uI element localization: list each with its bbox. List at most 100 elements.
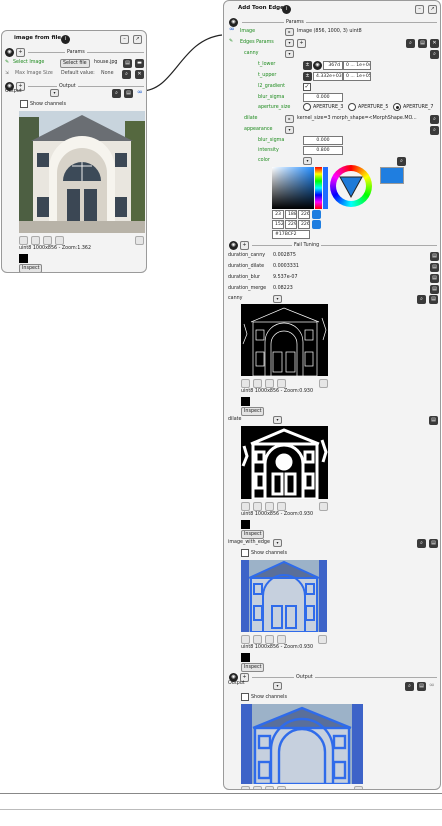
dilate-settings-icon[interactable] (319, 502, 328, 511)
image-from-file-node[interactable]: image from file i – ↗ ◉ + Params ✎ Selec… (1, 30, 147, 273)
aperture-7-radio[interactable] (393, 103, 401, 111)
canny-image-zoom-icon[interactable]: ⌕ (417, 295, 426, 304)
iwe-copy-icon[interactable]: ▤ (429, 539, 438, 548)
image-with-edges-preview[interactable] (241, 560, 327, 632)
t-lower-field[interactable]: 367d (323, 61, 343, 70)
expand-icon[interactable]: + (16, 48, 25, 57)
output-settings-icon[interactable] (354, 786, 363, 789)
color-s-field[interactable]: 229 (285, 220, 297, 229)
t-lower-range[interactable]: 0 ... 1e+04 (343, 61, 371, 70)
duration-blur-copy-icon[interactable]: ▤ (430, 274, 439, 283)
link-icon[interactable]: ∞ (137, 89, 143, 96)
edges-params-dropdown[interactable]: ▾ (285, 39, 294, 47)
color-hex-field[interactable]: #17BCF2 (272, 230, 310, 239)
output-zoom-in-icon[interactable] (241, 786, 250, 789)
fail-tuning-eye-icon[interactable]: ◉ (229, 241, 238, 250)
aperture-3-radio[interactable] (303, 103, 311, 111)
canny-image-copy-icon[interactable]: ▤ (429, 295, 438, 304)
zoom-reset-icon[interactable] (55, 236, 64, 245)
info-icon[interactable]: i (282, 5, 291, 14)
fail-tuning-expand-icon[interactable]: + (240, 241, 249, 250)
iwe-zoom-reset-icon[interactable] (277, 635, 286, 644)
canny-settings-icon[interactable] (319, 379, 328, 388)
l2-gradient-checkbox[interactable]: ✓ (303, 83, 311, 91)
zoom-icon[interactable]: ⌕ (122, 70, 131, 79)
popout-icon[interactable]: ↗ (428, 5, 437, 14)
appearance-blur-sigma-field[interactable]: 0.000 (303, 136, 343, 145)
minimize-icon[interactable]: – (415, 5, 424, 14)
add-toon-edges-node[interactable]: Add Toon Edges i – ↗ ◉ Params ∞ Image ▸ … (223, 0, 441, 790)
iwe-zoom-in-icon[interactable] (241, 635, 250, 644)
output-link-icon[interactable]: ∞ (429, 682, 435, 689)
house-image[interactable] (19, 111, 145, 233)
alpha-slider[interactable] (323, 167, 328, 209)
iwe-zoom-fit-icon[interactable] (265, 635, 274, 644)
iwe-zoom-out-icon[interactable] (253, 635, 262, 644)
color-g-field[interactable]: 188 (285, 210, 297, 219)
duration-canny-copy-icon[interactable]: ▤ (430, 252, 439, 261)
iwe-inspect-button[interactable]: Inspect (241, 663, 265, 672)
dilate-inspect-button[interactable]: Inspect (241, 530, 265, 539)
edges-delete-icon[interactable]: ✕ (430, 39, 439, 48)
dilate-zoom-out-icon[interactable] (253, 502, 262, 511)
image-settings-icon[interactable] (135, 236, 144, 245)
color-sv-square[interactable] (272, 167, 314, 209)
appearance-zoom-icon[interactable]: ⌕ (430, 126, 439, 135)
output-show-channels-checkbox[interactable] (241, 693, 249, 701)
output-zoom-reset-icon[interactable] (277, 786, 286, 789)
blur-sigma-field[interactable]: 0.000 (303, 93, 343, 102)
popout-icon[interactable]: ↗ (133, 35, 142, 44)
dilate-zoom-fit-icon[interactable] (265, 502, 274, 511)
aperture-5-radio[interactable] (348, 103, 356, 111)
dilate-image-copy-icon[interactable]: ▤ (429, 416, 438, 425)
edges-zoom-icon[interactable]: ⌕ (406, 39, 415, 48)
show-channels-checkbox[interactable] (20, 100, 28, 108)
dilate-zoom-icon[interactable]: ⌕ (430, 115, 439, 124)
color-zoom-icon[interactable]: ⌕ (397, 157, 406, 166)
color-wheel[interactable] (330, 165, 372, 207)
zoom-out-icon[interactable] (31, 236, 40, 245)
dilate-dropdown[interactable]: ▸ (285, 115, 294, 123)
intensity-field[interactable]: 0.800 (303, 146, 343, 155)
info-icon[interactable]: i (61, 35, 70, 44)
select-file-button[interactable]: Select file (60, 59, 90, 68)
inspect-button[interactable]: Inspect (19, 264, 43, 272)
dilate-image-dropdown[interactable]: ▾ (273, 416, 282, 424)
delete-icon[interactable]: ✕ (135, 70, 144, 79)
iwe-settings-icon[interactable] (318, 635, 327, 644)
edges-expand-icon[interactable]: + (297, 39, 306, 48)
t-lower-stepper-icon[interactable]: ± (303, 61, 312, 70)
canny-inspect-button[interactable]: Inspect (241, 407, 265, 416)
canny-dropdown[interactable]: ▾ (285, 50, 294, 58)
canny-zoom-fit-icon[interactable] (265, 379, 274, 388)
canny-zoom-icon[interactable]: ⌕ (430, 50, 439, 59)
image-with-edges-dropdown[interactable]: ▾ (273, 539, 282, 547)
canny-zoom-reset-icon[interactable] (277, 379, 286, 388)
output-zoom-icon[interactable]: ⌕ (405, 682, 414, 691)
canny-zoom-out-icon[interactable] (253, 379, 262, 388)
t-lower-knob-icon[interactable]: ◉ (313, 61, 322, 70)
t-upper-stepper-icon[interactable]: ± (303, 72, 312, 81)
color-v-field[interactable]: 226 (298, 220, 310, 229)
canny-zoom-in-icon[interactable] (241, 379, 250, 388)
eye-icon[interactable]: ◉ (5, 48, 14, 57)
canny-edge-image[interactable] (241, 304, 328, 376)
copy-icon[interactable]: ▤ (123, 59, 132, 68)
dilate-zoom-in-icon[interactable] (241, 502, 250, 511)
color-r-field[interactable]: 23 (272, 210, 284, 219)
minimize-icon[interactable]: – (120, 35, 129, 44)
dilate-image[interactable] (241, 426, 328, 499)
output-zoom-fit-icon[interactable] (265, 786, 274, 789)
zoom-fit-icon[interactable] (43, 236, 52, 245)
color-b-field[interactable]: 226 (298, 210, 310, 219)
output-copy-icon[interactable]: ▤ (124, 89, 133, 98)
folder-icon[interactable]: ▬ (135, 59, 144, 68)
duration-merge-copy-icon[interactable]: ▤ (430, 285, 439, 294)
hue-slider[interactable] (315, 167, 322, 209)
output-dropdown[interactable]: ▾ (50, 89, 59, 97)
image-input-dropdown[interactable]: ▸ (285, 28, 294, 36)
t-upper-field[interactable]: 4.332e+03 (313, 72, 343, 81)
iwe-show-channels-checkbox[interactable] (241, 549, 249, 557)
dilate-zoom-reset-icon[interactable] (277, 502, 286, 511)
appearance-dropdown[interactable]: ▾ (285, 126, 294, 134)
